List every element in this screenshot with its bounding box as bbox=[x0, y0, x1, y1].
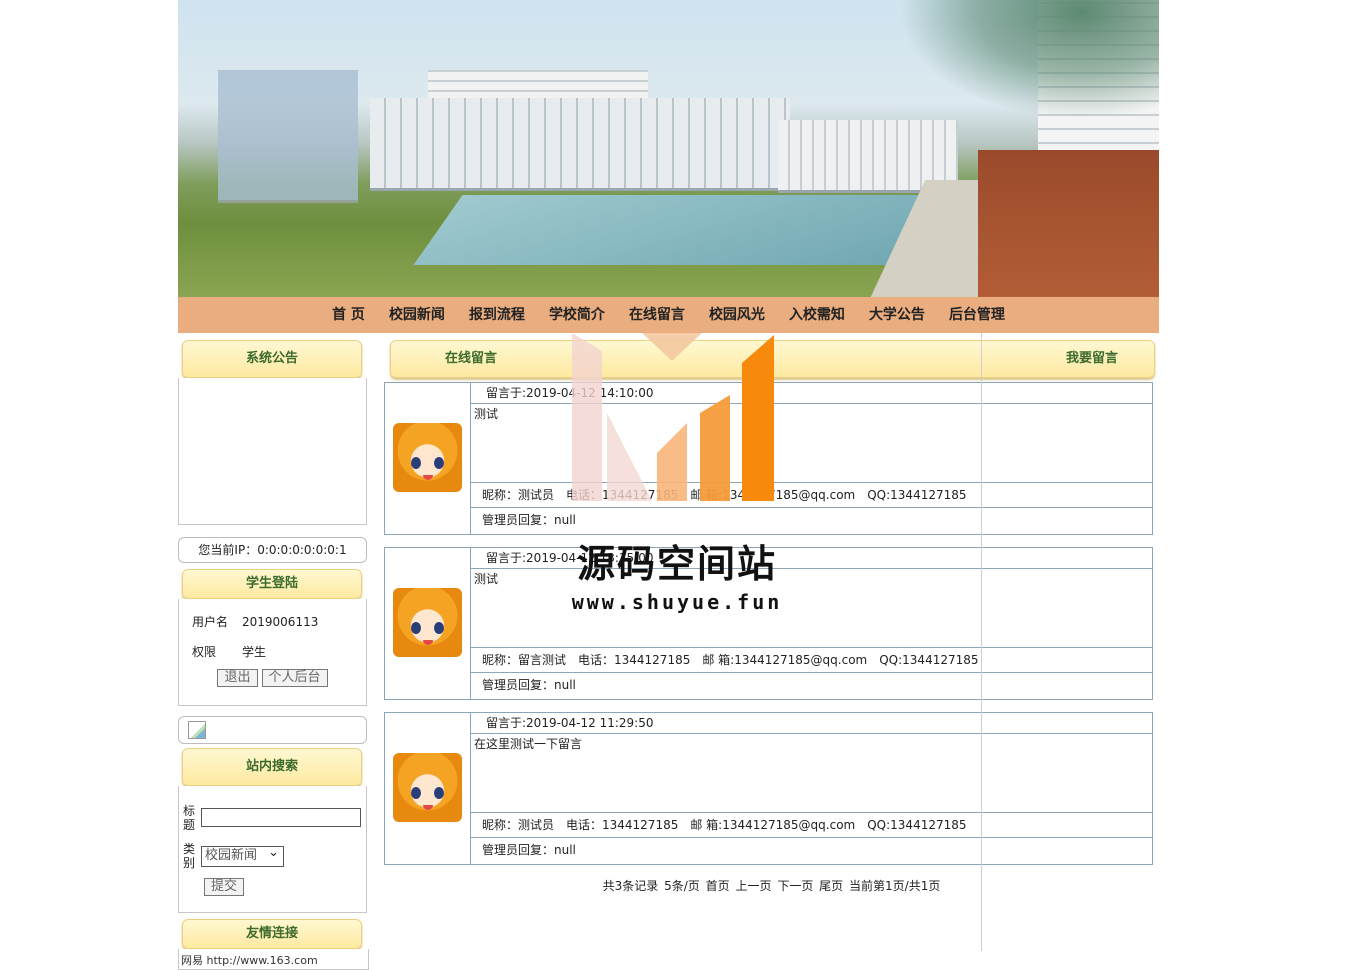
search-type-label: 类别 bbox=[183, 842, 196, 870]
ip-display: 您当前IP：0:0:0:0:0:0:0:1 bbox=[178, 537, 367, 563]
search-title-input[interactable] bbox=[201, 808, 361, 827]
search-type-select[interactable]: 校园新闻 bbox=[201, 844, 284, 867]
login-panel: 用户名 2019006113 权限 学生 退出 个人后台 bbox=[178, 599, 367, 706]
links-title: 友情连接 bbox=[182, 919, 362, 949]
avatar bbox=[385, 713, 471, 864]
broken-image-icon bbox=[188, 721, 206, 739]
banner-deck bbox=[978, 150, 1159, 297]
message-reply: 管理员回复：null bbox=[482, 513, 576, 527]
message-info: 昵称：测试员 电话：1344127185 邮 箱:1344127185@qq.c… bbox=[471, 483, 1152, 508]
pager-total: 共3条记录 bbox=[602, 879, 659, 893]
page-wrapper: 首 页 校园新闻 报到流程 学校简介 在线留言 校园风光 入校需知 大学公告 后… bbox=[178, 0, 1159, 970]
message-reply: 管理员回复：null bbox=[482, 678, 576, 692]
banner-building bbox=[218, 70, 358, 203]
links-panel: 网易 http://www.163.com bbox=[178, 949, 369, 970]
login-title: 学生登陆 bbox=[182, 569, 362, 599]
login-buttons: 退出 个人后台 bbox=[179, 669, 366, 687]
personal-backend-button[interactable]: 个人后台 bbox=[261, 669, 328, 687]
username-row: 用户名 2019006113 bbox=[179, 607, 366, 637]
main-content: 在线留言 我要留言 留言于:2019-04-12 14:10:00 测试 昵称：… bbox=[384, 340, 1159, 893]
message-item: 留言于:2019-04-12 11:29:50 在这里测试一下留言 昵称：测试员… bbox=[384, 712, 1153, 865]
image-box bbox=[178, 716, 367, 744]
anime-avatar-icon bbox=[393, 753, 462, 822]
message-date: 留言于:2019-04-12 11:29:50 bbox=[471, 713, 1152, 734]
search-type-selected: 校园新闻 bbox=[205, 848, 258, 863]
avatar bbox=[385, 383, 471, 534]
nav-item-admission-notice[interactable]: 入校需知 bbox=[777, 297, 857, 333]
anime-avatar-icon bbox=[393, 423, 462, 492]
username-label: 用户名 bbox=[192, 615, 229, 629]
role-row: 权限 学生 bbox=[179, 637, 366, 667]
pager-per-page: 5条/页 bbox=[664, 879, 700, 893]
role-label: 权限 bbox=[192, 645, 217, 659]
avatar bbox=[385, 548, 471, 699]
nav-item-scenery[interactable]: 校园风光 bbox=[697, 297, 777, 333]
pager-current: 当前第1页/共1页 bbox=[849, 879, 941, 893]
nav-item-home[interactable]: 首 页 bbox=[320, 297, 377, 333]
anime-avatar-icon bbox=[393, 588, 462, 657]
sidebar: 系统公告 您当前IP：0:0:0:0:0:0:0:1 学生登陆 用户名 20190… bbox=[178, 340, 369, 970]
banner-tree bbox=[899, 0, 1159, 120]
message-body: 测试 bbox=[471, 404, 1152, 483]
search-title: 站内搜索 bbox=[182, 748, 362, 786]
role-value: 学生 bbox=[242, 645, 267, 659]
nav-item-news[interactable]: 校园新闻 bbox=[377, 297, 457, 333]
guestbook-header: 在线留言 我要留言 bbox=[390, 340, 1155, 378]
message-body: 在这里测试一下留言 bbox=[471, 734, 1152, 813]
message-item: 留言于:2019-04-12 14:10:00 测试 昵称：测试员 电话：134… bbox=[384, 382, 1153, 535]
leave-message-link[interactable]: 我要留言 bbox=[1066, 341, 1118, 377]
nav-item-about[interactable]: 学校简介 bbox=[537, 297, 617, 333]
main-nav: 首 页 校园新闻 报到流程 学校简介 在线留言 校园风光 入校需知 大学公告 后… bbox=[178, 297, 1159, 333]
content-divider bbox=[981, 333, 982, 951]
banner-building bbox=[370, 98, 790, 191]
notice-panel bbox=[178, 378, 367, 525]
logout-button[interactable]: 退出 bbox=[217, 669, 258, 687]
message-date: 留言于:2019-04-12 14:10:00 bbox=[471, 383, 1152, 404]
message-date: 留言于:2019-04-12 13:35:00 bbox=[471, 548, 1152, 569]
username-value: 2019006113 bbox=[242, 615, 319, 629]
nav-item-announcements[interactable]: 大学公告 bbox=[857, 297, 937, 333]
pager-last[interactable]: 尾页 bbox=[819, 879, 843, 893]
search-panel: 标题 类别 校园新闻 提交 bbox=[178, 786, 367, 913]
nav-item-admin[interactable]: 后台管理 bbox=[937, 297, 1017, 333]
notice-title: 系统公告 bbox=[182, 340, 362, 378]
message-info: 昵称：留言测试 电话：1344127185 邮 箱:1344127185@qq.… bbox=[471, 648, 1152, 673]
pager-first[interactable]: 首页 bbox=[706, 879, 730, 893]
pager-prev[interactable]: 上一页 bbox=[735, 879, 771, 893]
search-submit-button[interactable]: 提交 bbox=[204, 878, 245, 896]
message-item: 留言于:2019-04-12 13:35:00 测试 昵称：留言测试 电话：13… bbox=[384, 547, 1153, 700]
pager-next[interactable]: 下一页 bbox=[777, 879, 813, 893]
message-info: 昵称：测试员 电话：1344127185 邮 箱:1344127185@qq.c… bbox=[471, 813, 1152, 838]
campus-banner-image bbox=[178, 0, 1159, 297]
message-reply: 管理员回复：null bbox=[482, 843, 576, 857]
pagination: 共3条记录 5条/页 首页 上一页 下一页 尾页 当前第1页/共1页 bbox=[384, 877, 1159, 894]
nav-item-guestbook[interactable]: 在线留言 bbox=[617, 297, 697, 333]
link-item[interactable]: 网易 http://www.163.com bbox=[181, 954, 318, 967]
guestbook-title: 在线留言 bbox=[445, 351, 498, 366]
nav-item-registration[interactable]: 报到流程 bbox=[457, 297, 537, 333]
search-title-label: 标题 bbox=[183, 804, 196, 832]
message-body: 测试 bbox=[471, 569, 1152, 648]
